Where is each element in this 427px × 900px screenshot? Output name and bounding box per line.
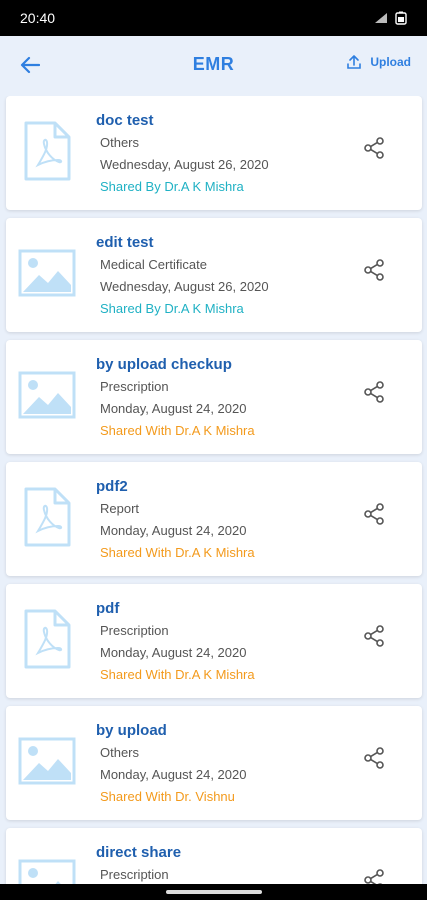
share-icon[interactable] bbox=[362, 136, 386, 160]
record-shared-status: Shared With Dr.A K Mishra bbox=[100, 423, 255, 438]
status-icons bbox=[373, 11, 407, 25]
image-icon bbox=[18, 364, 76, 426]
record-name: direct share bbox=[96, 844, 182, 861]
pdf-icon bbox=[18, 608, 76, 670]
record-date: Monday, August 24, 2020 bbox=[100, 767, 247, 782]
share-icon[interactable] bbox=[362, 502, 386, 526]
record-name: pdf2 bbox=[96, 478, 128, 495]
image-icon bbox=[18, 730, 76, 792]
battery-icon bbox=[395, 11, 407, 25]
record-info: direct share Prescription bbox=[96, 842, 181, 884]
record-info: by upload checkup Prescription Monday, Aug… bbox=[96, 354, 255, 442]
navigation-bar bbox=[0, 884, 427, 900]
record-card[interactable]: doc test Others Wednesday, August 26, 2020… bbox=[6, 96, 422, 210]
upload-label: Upload bbox=[370, 55, 411, 69]
record-card[interactable]: by upload Others Monday, August 24, 2020 Sh… bbox=[6, 706, 422, 820]
record-name: by upload bbox=[96, 722, 167, 739]
upload-button[interactable]: Upload bbox=[346, 54, 411, 70]
share-icon[interactable] bbox=[362, 746, 386, 770]
record-card[interactable]: pdf Prescription Monday, August 24, 2020 Sh… bbox=[6, 584, 422, 698]
record-category: Medical Certificate bbox=[100, 257, 207, 272]
share-icon[interactable] bbox=[362, 868, 386, 884]
record-info: by upload Others Monday, August 24, 2020 Sh… bbox=[96, 720, 246, 808]
record-shared-status: Shared By Dr.A K Mishra bbox=[100, 179, 244, 194]
status-bar: 20:40 bbox=[0, 0, 427, 36]
record-name: edit test bbox=[96, 234, 154, 251]
pdf-icon bbox=[18, 120, 76, 182]
record-category: Prescription bbox=[100, 379, 169, 394]
share-icon[interactable] bbox=[362, 624, 386, 648]
record-category: Prescription bbox=[100, 867, 169, 882]
share-icon[interactable] bbox=[362, 380, 386, 404]
record-name: by upload checkup bbox=[96, 356, 232, 373]
record-card[interactable]: by upload checkup Prescription Monday, Aug… bbox=[6, 340, 422, 454]
image-icon bbox=[18, 242, 76, 304]
record-shared-status: Shared With Dr.A K Mishra bbox=[100, 545, 255, 560]
pdf-icon bbox=[18, 486, 76, 548]
record-name: pdf bbox=[96, 600, 120, 617]
status-time: 20:40 bbox=[20, 10, 56, 26]
record-date: Monday, August 24, 2020 bbox=[100, 523, 247, 538]
record-card[interactable]: direct share Prescription bbox=[6, 828, 422, 884]
record-info: pdf Prescription Monday, August 24, 2020 Sh… bbox=[96, 598, 255, 686]
record-list[interactable]: doc test Others Wednesday, August 26, 2020… bbox=[0, 96, 427, 884]
home-indicator[interactable] bbox=[165, 890, 262, 894]
record-category: Prescription bbox=[100, 623, 169, 638]
record-info: pdf2 Report Monday, August 24, 2020 Shared … bbox=[96, 476, 255, 564]
record-info: doc test Others Wednesday, August 26, 2020… bbox=[96, 110, 269, 198]
record-shared-status: Shared With Dr. Vishnu bbox=[100, 789, 235, 804]
record-card[interactable]: pdf2 Report Monday, August 24, 2020 Shared … bbox=[6, 462, 422, 576]
record-category: Others bbox=[100, 135, 140, 150]
record-date: Monday, August 24, 2020 bbox=[100, 645, 247, 660]
record-category: Report bbox=[100, 501, 140, 516]
share-icon[interactable] bbox=[362, 258, 386, 282]
record-info: edit test Medical Certificate Wednesday, A… bbox=[96, 232, 269, 320]
record-card[interactable]: edit test Medical Certificate Wednesday, A… bbox=[6, 218, 422, 332]
record-shared-status: Shared With Dr.A K Mishra bbox=[100, 667, 255, 682]
app-bar: EMR Upload bbox=[0, 36, 427, 94]
image-icon bbox=[18, 852, 76, 884]
record-date: Monday, August 24, 2020 bbox=[100, 401, 247, 416]
record-date: Wednesday, August 26, 2020 bbox=[100, 157, 269, 172]
signal-icon bbox=[375, 13, 387, 23]
record-date: Wednesday, August 26, 2020 bbox=[100, 279, 269, 294]
record-name: doc test bbox=[96, 112, 154, 129]
record-category: Others bbox=[100, 745, 140, 760]
record-shared-status: Shared By Dr.A K Mishra bbox=[100, 301, 244, 316]
upload-icon bbox=[347, 55, 362, 69]
